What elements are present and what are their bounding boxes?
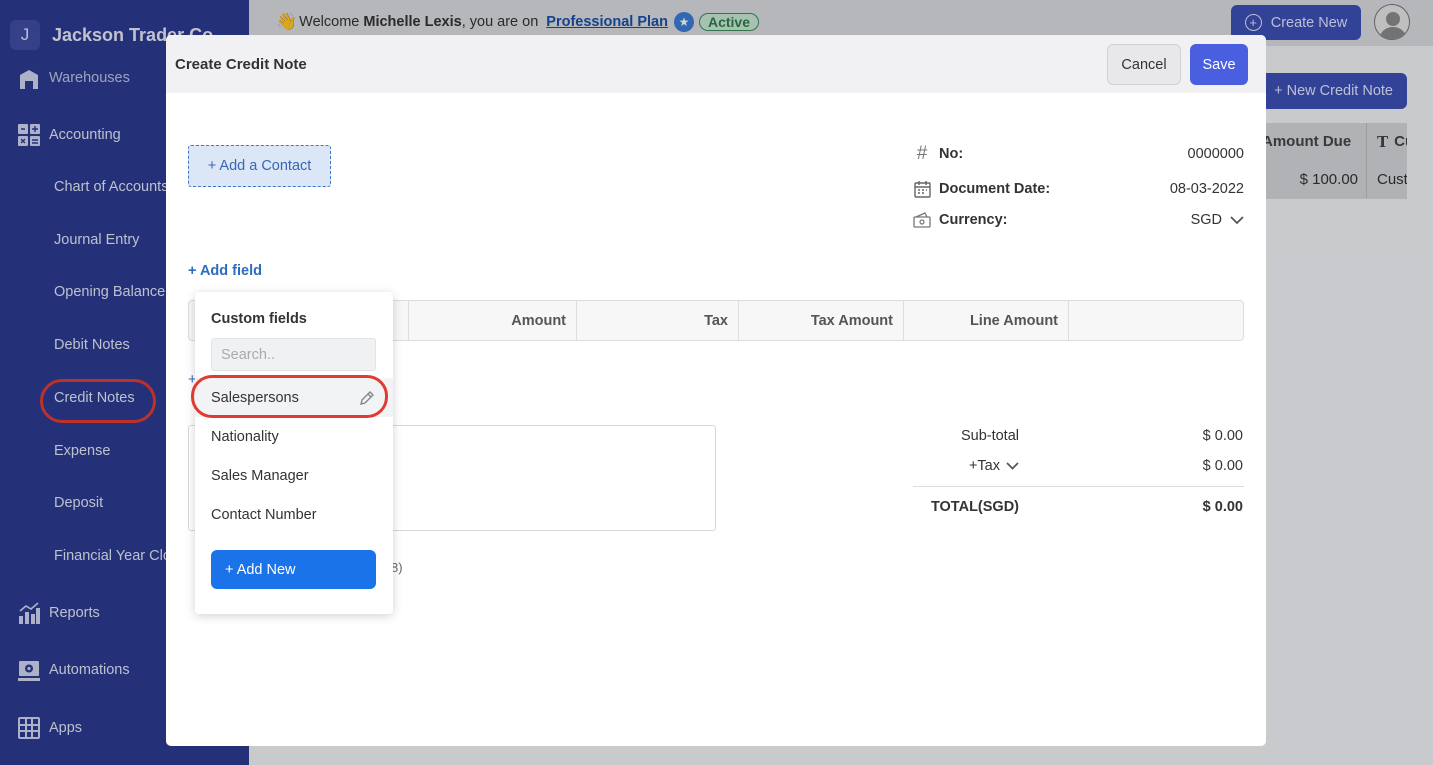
column-header-tax: Tax — [577, 301, 739, 340]
column-header-amount: Amount — [409, 301, 577, 340]
custom-field-nationality[interactable]: Nationality — [195, 417, 393, 456]
document-date-value[interactable]: 08-03-2022 — [1106, 181, 1244, 197]
document-number-label: # No: — [913, 143, 964, 164]
document-date-label: Document Date: — [913, 180, 1050, 198]
tax-label: +Tax — [968, 458, 1000, 474]
document-number-value[interactable]: 0000000 — [1106, 146, 1244, 162]
hash-icon: # — [916, 143, 928, 164]
total-value: $ 0.00 — [1202, 499, 1243, 515]
money-icon — [913, 211, 931, 229]
red-highlight-salespersons — [191, 375, 388, 418]
column-header-line-amount: Line Amount — [904, 301, 1069, 340]
add-new-custom-field-button[interactable]: + Add New — [211, 550, 376, 589]
save-button[interactable]: Save — [1190, 44, 1248, 85]
subtotal-label: Sub-total — [960, 428, 1019, 444]
chevron-down-icon — [1230, 215, 1244, 225]
custom-fields-search-input[interactable] — [211, 338, 376, 371]
cancel-button[interactable]: Cancel — [1107, 44, 1181, 85]
currency-label-text: Currency: — [939, 212, 1008, 228]
totals-divider — [913, 486, 1244, 487]
modal-header: Create Credit Note Cancel Save — [166, 35, 1266, 93]
custom-field-sales-manager[interactable]: Sales Manager — [195, 456, 393, 495]
custom-fields-dropdown: Custom fields Salespersons Nationality S… — [195, 292, 393, 614]
total-label: TOTAL(SGD) — [930, 499, 1019, 515]
currency-label: Currency: — [913, 211, 1008, 229]
custom-field-contact-number[interactable]: Contact Number — [195, 495, 393, 534]
currency-select[interactable]: SGD — [1166, 212, 1244, 228]
add-contact-button[interactable]: + Add a Contact — [188, 145, 331, 187]
modal-title: Create Credit Note — [175, 56, 307, 73]
add-field-link[interactable]: + Add field — [188, 263, 262, 279]
no-label: No: — [939, 146, 964, 162]
tax-value: $ 0.00 — [1202, 458, 1243, 474]
custom-fields-title: Custom fields — [211, 311, 307, 327]
currency-value: SGD — [1190, 212, 1222, 228]
calendar-icon — [913, 180, 931, 198]
subtotal-value: $ 0.00 — [1202, 428, 1243, 444]
date-label: Document Date: — [939, 181, 1051, 197]
tax-toggle[interactable]: +Tax — [913, 458, 1019, 474]
chevron-down-icon — [1006, 462, 1019, 470]
column-header-tax-amount: Tax Amount — [739, 301, 904, 340]
